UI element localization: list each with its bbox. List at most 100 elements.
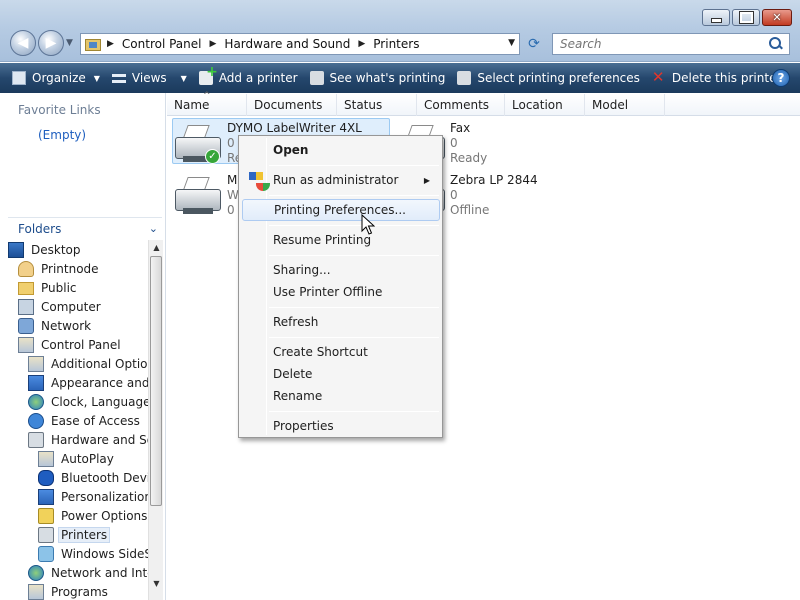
printer-name: DYMO LabelWriter 4XL (227, 121, 362, 135)
menu-item-use-printer-offline[interactable]: Use Printer Offline (242, 281, 440, 303)
breadcrumb-printers[interactable]: Printers (373, 37, 419, 51)
menu-item-printing-preferences[interactable]: Printing Preferences... (242, 199, 440, 221)
tree-item-appearance[interactable]: Appearance and P (28, 373, 148, 392)
tree-item-personalization[interactable]: Personalization (38, 487, 148, 506)
favorite-links-empty: (Empty) (38, 128, 87, 142)
context-menu: Open Run as administrator ▶ Printing Pre… (238, 135, 443, 438)
printer-icon: ✓ (173, 123, 223, 165)
scroll-down-icon[interactable]: ▼ (149, 576, 164, 590)
tree-item-public[interactable]: Public (18, 278, 79, 297)
maximize-button[interactable] (732, 9, 760, 26)
printer-name: Fax (450, 121, 471, 135)
tree-item-bluetooth[interactable]: Bluetooth Device (38, 468, 148, 487)
tree-item-label: Network (41, 318, 92, 333)
minimize-icon (703, 10, 729, 25)
breadcrumb-hardware-and-sound[interactable]: Hardware and Sound (224, 37, 350, 51)
tree-item-label: Power Options (61, 508, 148, 523)
favorite-links-title: Favorite Links (18, 103, 101, 117)
chevron-down-icon: ▼ (180, 73, 187, 83)
personalization-icon (38, 488, 54, 505)
printer-documents: 0 (450, 136, 458, 150)
menu-item-run-as-administrator[interactable]: Run as administrator ▶ (242, 169, 440, 191)
menu-separator (269, 165, 439, 166)
search-box[interactable] (552, 33, 790, 55)
tree-item-hardware-and-sound[interactable]: Hardware and Sou (28, 430, 148, 449)
recent-pages-button[interactable]: ▼ (66, 38, 73, 48)
delete-icon (652, 68, 666, 86)
breadcrumb-arrow-icon[interactable]: ▶ (358, 39, 365, 49)
search-input[interactable] (558, 36, 758, 52)
column-status[interactable]: Status (337, 94, 417, 116)
folder-tree-scrollbar[interactable]: ▲ ▼ (148, 240, 163, 600)
tree-item-computer[interactable]: Computer (18, 297, 103, 316)
folders-header[interactable]: Folders ⌄ (8, 217, 162, 239)
select-printing-preferences-button[interactable]: Select printing preferences (451, 63, 646, 93)
tree-item-label: Additional Options (51, 356, 148, 371)
refresh-icon: ⟳ (528, 36, 540, 52)
tree-item-desktop[interactable]: Desktop (8, 240, 83, 259)
refresh-button[interactable]: ⟳ (523, 34, 545, 54)
menu-item-properties[interactable]: Properties (242, 415, 440, 437)
organize-button[interactable]: Organize ▼ (0, 63, 106, 93)
tree-item-additional-options[interactable]: Additional Options (28, 354, 148, 373)
tree-item-network[interactable]: Network (18, 316, 93, 335)
search-icon[interactable] (769, 37, 783, 51)
tree-item-label: Network and Inter (51, 565, 148, 580)
menu-item-resume-printing[interactable]: Resume Printing (242, 229, 440, 251)
column-model[interactable]: Model (585, 94, 665, 116)
tree-item-label: Computer (41, 299, 101, 314)
printer-preferences-icon (457, 71, 472, 85)
views-button[interactable]: Views ▼ (106, 63, 193, 93)
column-comments[interactable]: Comments (417, 94, 505, 116)
forward-button[interactable]: ▶ (38, 30, 64, 56)
add-printer-label: Add a printer (218, 71, 298, 85)
printer-queue-icon (309, 71, 324, 85)
back-button[interactable]: ◀ (10, 30, 36, 56)
printer-name: M (227, 173, 238, 187)
control-panel-icon (18, 336, 34, 353)
breadcrumb-control-panel[interactable]: Control Panel (122, 37, 202, 51)
views-label: Views (131, 71, 167, 85)
tree-item-label: Printnode (41, 261, 99, 276)
tree-item-label: Appearance and P (51, 375, 148, 390)
menu-item-open[interactable]: Open (242, 139, 440, 161)
scroll-up-icon[interactable]: ▲ (149, 240, 164, 254)
column-location[interactable]: Location (505, 94, 585, 116)
minimize-button[interactable] (702, 9, 730, 26)
menu-item-refresh[interactable]: Refresh (242, 311, 440, 333)
tree-item-clock-language[interactable]: Clock, Language, a (28, 392, 148, 411)
delete-printer-button[interactable]: Delete this printer (646, 63, 787, 93)
tree-item-network-and-internet[interactable]: Network and Inter (28, 563, 148, 582)
uac-shield-icon (249, 172, 270, 191)
tree-item-control-panel[interactable]: Control Panel (18, 335, 123, 354)
address-dropdown-icon[interactable]: ▼ (508, 38, 515, 48)
close-button[interactable]: ✕ (762, 9, 792, 26)
title-bar: ✕ ◀ ▶ ▼ ▶ Control Panel ▶ Hardware and S… (0, 0, 800, 62)
column-name[interactable]: Name (167, 85, 247, 116)
breadcrumb-arrow-icon[interactable]: ▶ (107, 39, 114, 49)
close-icon: ✕ (772, 11, 782, 24)
printer-icon (173, 175, 223, 217)
tree-item-windows-sideshow[interactable]: Windows SideSh (38, 544, 148, 563)
breadcrumb-arrow-icon[interactable]: ▶ (210, 39, 217, 49)
tree-item-ease-of-access[interactable]: Ease of Access (28, 411, 142, 430)
menu-item-delete[interactable]: Delete (242, 363, 440, 385)
organize-label: Organize (32, 71, 86, 85)
scrollbar-thumb[interactable] (150, 256, 162, 506)
tree-item-programs[interactable]: Programs (28, 582, 110, 600)
tree-item-power-options[interactable]: Power Options (38, 506, 148, 525)
see-whats-printing-button[interactable]: See what's printing (304, 63, 452, 93)
help-icon[interactable]: ? (772, 69, 790, 87)
menu-separator (269, 225, 439, 226)
more-commands-button[interactable]: » (791, 63, 800, 93)
menu-item-sharing[interactable]: Sharing... (242, 259, 440, 281)
column-documents[interactable]: Documents (247, 94, 337, 116)
menu-separator (269, 337, 439, 338)
address-bar[interactable]: ▶ Control Panel ▶ Hardware and Sound ▶ P… (80, 33, 520, 55)
menu-item-create-shortcut[interactable]: Create Shortcut (242, 341, 440, 363)
tree-item-label: Programs (51, 584, 108, 599)
tree-item-printnode[interactable]: Printnode (18, 259, 101, 278)
tree-item-printers[interactable]: Printers (38, 525, 111, 544)
menu-item-rename[interactable]: Rename (242, 385, 440, 407)
tree-item-autoplay[interactable]: AutoPlay (38, 449, 116, 468)
